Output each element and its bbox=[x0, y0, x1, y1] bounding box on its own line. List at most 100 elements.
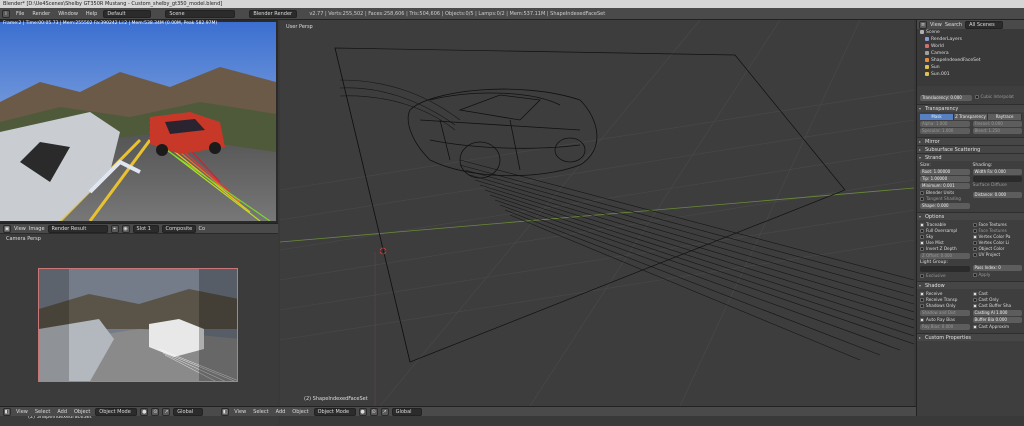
render-info: Frame:2 | Time:00:05.73 | Mem:255502 Fa:… bbox=[3, 21, 218, 26]
right-menu-view[interactable]: View bbox=[232, 409, 248, 415]
outliner-item-renderlayers[interactable]: RenderLayers bbox=[917, 36, 1024, 43]
apply-check[interactable]: Apply bbox=[972, 272, 1023, 278]
bottom-headers: ◧ View Select Add Object Object Mode ● ⊙… bbox=[0, 406, 1024, 416]
tangent-shading-check[interactable]: Tangent Shading bbox=[920, 196, 970, 202]
panel-shadow[interactable]: Shadow bbox=[917, 281, 1024, 290]
panel-mirror[interactable]: Mirror bbox=[917, 137, 1024, 146]
cast-buffer-shadows-check[interactable]: Cast Buffer Sha bbox=[972, 303, 1023, 309]
outliner-item-sun[interactable]: Sun bbox=[917, 64, 1024, 71]
tip-field[interactable]: Tip: 1.00000 bbox=[920, 176, 970, 182]
outliner-item-scene[interactable]: Scene bbox=[917, 29, 1024, 36]
left-manipulator-icon[interactable]: ↗ bbox=[162, 407, 171, 416]
3d-viewport[interactable]: User Persp (2) ShapeIndexedFaceSet bbox=[279, 19, 915, 407]
info-editor-icon[interactable]: i bbox=[2, 9, 10, 18]
outliner-item-sun-001[interactable]: Sun.001 bbox=[917, 71, 1024, 78]
scene-stats: v2.77 | Verts:255,502 | Faces:258,606 | … bbox=[309, 10, 606, 17]
image-editor-header: ▣ View Image Render Result ⌖ ◉ Slot 1 Co… bbox=[0, 223, 278, 233]
slot-dropdown[interactable]: Slot 1 bbox=[132, 224, 159, 233]
menu-render[interactable]: Render bbox=[30, 11, 52, 17]
left-menu-add[interactable]: Add bbox=[55, 409, 69, 415]
left-menu-object[interactable]: Object bbox=[72, 409, 92, 415]
outliner-header: ≡ View Search All Scenes bbox=[917, 20, 1024, 29]
shadow-body: Receive Receive Transp Shadows Only Shad… bbox=[917, 289, 1024, 333]
layout-dropdown[interactable]: Default bbox=[103, 9, 152, 18]
shading-label: Shading: bbox=[972, 163, 993, 168]
minimum-field[interactable]: Minimum: 0.001 bbox=[920, 183, 970, 189]
right-pivot-icon[interactable]: ⊙ bbox=[369, 407, 378, 416]
panel-custom-properties[interactable]: Custom Properties bbox=[917, 333, 1024, 342]
shadows-only-check[interactable]: Shadows Only bbox=[920, 303, 970, 309]
scene-dropdown[interactable]: Scene bbox=[165, 9, 236, 18]
render-engine-dropdown[interactable]: Blender Render bbox=[249, 9, 298, 18]
specular-field[interactable]: Specular: 1.000 bbox=[920, 128, 970, 134]
left-area: Frame:2 | Time:00:05.73 | Mem:255502 Fa:… bbox=[0, 20, 278, 426]
outliner-item-world[interactable]: World bbox=[917, 43, 1024, 50]
left-pivot-icon[interactable]: ⊙ bbox=[151, 407, 160, 416]
blend-field[interactable]: Blend: 1.250 bbox=[972, 128, 1022, 134]
3d-view-icon[interactable]: ◧ bbox=[3, 407, 11, 416]
auto-ray-bias-check[interactable]: Auto Ray Bias bbox=[920, 317, 970, 323]
panel-options[interactable]: Options bbox=[917, 212, 1024, 221]
image-editor-icon[interactable]: ▣ bbox=[3, 224, 11, 233]
menu-window[interactable]: Window bbox=[56, 11, 80, 17]
root-field[interactable]: Root: 1.00000 bbox=[920, 169, 970, 175]
width-fade-field[interactable]: Width Fa: 0.000 bbox=[972, 169, 1022, 175]
left-shading-icon[interactable]: ● bbox=[140, 407, 149, 416]
invert-z-depth-check[interactable]: Invert Z Depth bbox=[920, 246, 970, 252]
outliner-item-camera[interactable]: Camera bbox=[917, 50, 1024, 57]
casting-alpha-field[interactable]: Casting Al 1.000 bbox=[972, 310, 1022, 316]
right-menu-select[interactable]: Select bbox=[251, 409, 270, 415]
panel-transparency[interactable]: Transparency bbox=[917, 104, 1024, 113]
pass-index-field[interactable]: Pass Index: 0 bbox=[972, 265, 1022, 271]
panel-sss[interactable]: Subsurface Scattering bbox=[917, 145, 1024, 154]
pin-icon[interactable]: ⌖ bbox=[110, 224, 119, 233]
left-menu-select[interactable]: Select bbox=[33, 409, 52, 415]
outliner-menu-search[interactable]: Search bbox=[945, 22, 962, 28]
shadow-and-distance-dropdown[interactable]: Shadow and Dist bbox=[920, 310, 970, 316]
buffer-bias-field[interactable]: Buffer Bia 0.000 bbox=[972, 317, 1022, 323]
outliner-item-mesh[interactable]: ShapeIndexedFaceSet bbox=[917, 57, 1024, 64]
fresnel-field[interactable]: Fresnel: 0.000 bbox=[972, 121, 1022, 127]
right-orientation-dropdown[interactable]: Global bbox=[391, 407, 422, 416]
distance-field[interactable]: Distance: 0.000 bbox=[972, 192, 1022, 198]
outliner-icon[interactable]: ≡ bbox=[919, 20, 927, 29]
outliner-menu-view[interactable]: View bbox=[930, 22, 942, 28]
renderlayers-icon bbox=[925, 36, 929, 41]
uv-layer-field[interactable] bbox=[972, 176, 1022, 182]
viewport-object-label: (2) ShapeIndexedFaceSet bbox=[304, 396, 368, 402]
right-shading-icon[interactable]: ● bbox=[358, 407, 367, 416]
pass-dropdown[interactable]: Composite bbox=[161, 224, 196, 233]
alpha-field[interactable]: Alpha: 1.000 bbox=[920, 121, 970, 127]
outliner: ≡ View Search All Scenes Scene RenderLay… bbox=[917, 20, 1024, 86]
shape-field[interactable]: Shape: 0.000 bbox=[920, 203, 970, 209]
cubic-interpolation-check[interactable]: Cubic Interpolat bbox=[974, 94, 1023, 100]
menu-help[interactable]: Help bbox=[84, 11, 99, 17]
z-offset-field[interactable]: Z Offset: 0.000 bbox=[920, 253, 970, 259]
cast-approximate-check[interactable]: Cast Approxim bbox=[972, 324, 1023, 330]
right-manipulator-icon[interactable]: ↗ bbox=[380, 407, 389, 416]
ray-bias-field[interactable]: Ray Bias: 0.000 bbox=[920, 324, 970, 330]
right-3d-view-icon[interactable]: ◧ bbox=[221, 407, 230, 416]
right-menu-add[interactable]: Add bbox=[274, 409, 288, 415]
channel-dropdown[interactable]: Co bbox=[199, 226, 206, 232]
menu-file[interactable]: File bbox=[14, 11, 26, 17]
image-datablock-dropdown[interactable]: Render Result bbox=[47, 224, 108, 233]
exclusive-check[interactable]: Exclusive bbox=[920, 273, 970, 279]
left-orientation-dropdown[interactable]: Global bbox=[173, 407, 204, 416]
left-menu-view[interactable]: View bbox=[14, 409, 30, 415]
left-mode-dropdown[interactable]: Object Mode bbox=[95, 407, 138, 416]
view-menu-icon[interactable]: ◉ bbox=[121, 224, 130, 233]
menu-view[interactable]: View bbox=[14, 226, 26, 232]
render-result-image[interactable] bbox=[0, 22, 276, 221]
outliner-filter-dropdown[interactable]: All Scenes bbox=[965, 20, 1004, 29]
menu-image[interactable]: Image bbox=[29, 226, 45, 232]
right-menu-object[interactable]: Object bbox=[290, 409, 310, 415]
camera-viewport[interactable]: Camera Persp (2) ShapeIndexedFaceSet bbox=[0, 234, 278, 426]
light-group-field[interactable] bbox=[920, 266, 970, 272]
panel-strand[interactable]: Strand bbox=[917, 153, 1024, 162]
world-icon bbox=[925, 43, 929, 48]
right-mode-dropdown[interactable]: Object Mode bbox=[313, 407, 356, 416]
camera-icon bbox=[925, 50, 929, 55]
options-body: Traceable Full Oversampl Sky Use Mist In… bbox=[917, 220, 1024, 281]
translucency-field[interactable]: Translucency: 0.000 bbox=[920, 95, 972, 101]
